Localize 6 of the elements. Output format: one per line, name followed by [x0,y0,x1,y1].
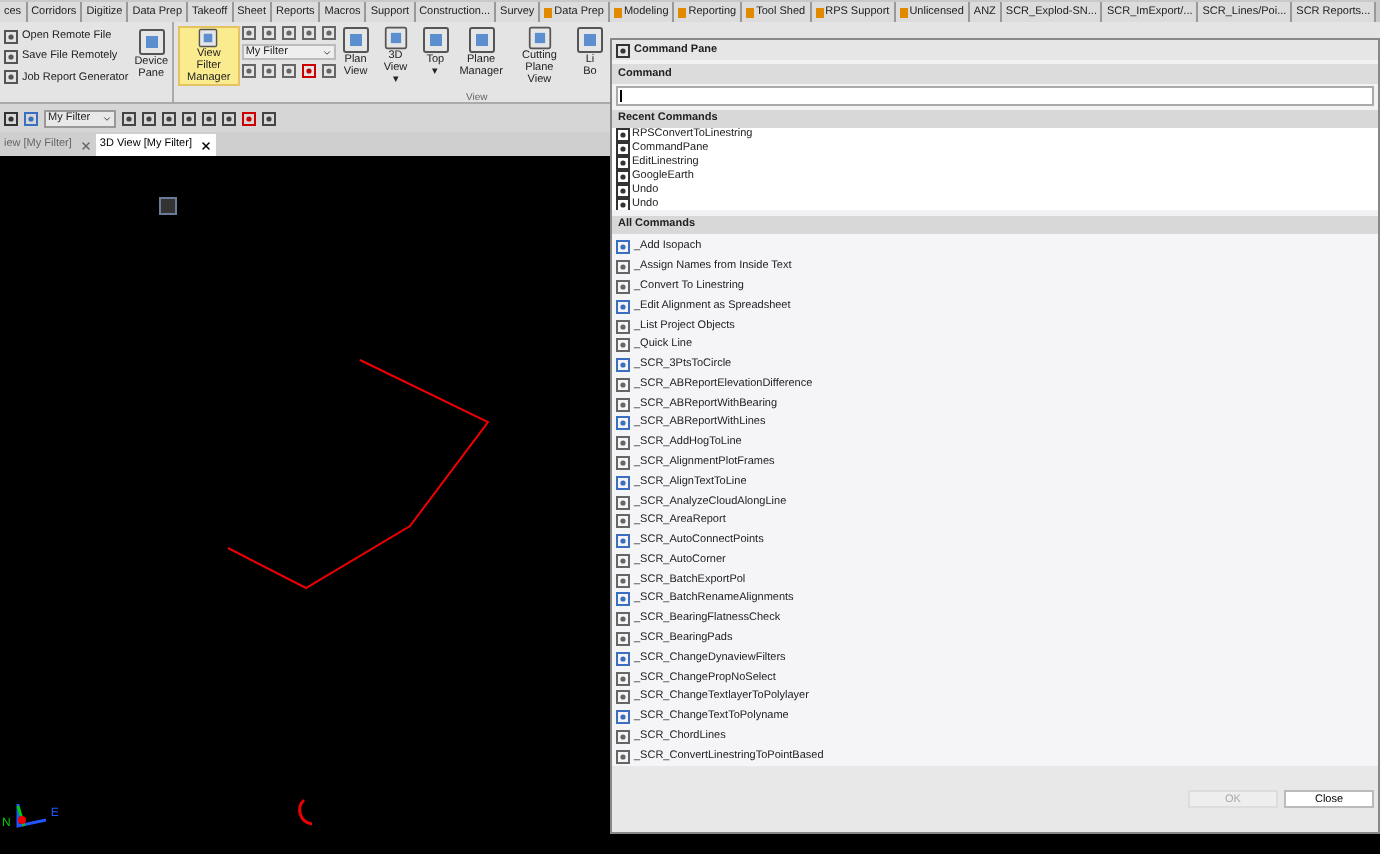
point-marker [159,197,177,215]
caret-icon [321,47,332,57]
close-icon[interactable] [199,139,212,151]
caret-icon [102,113,112,123]
command-input[interactable] [616,86,1374,106]
arc-drawing [298,799,313,826]
